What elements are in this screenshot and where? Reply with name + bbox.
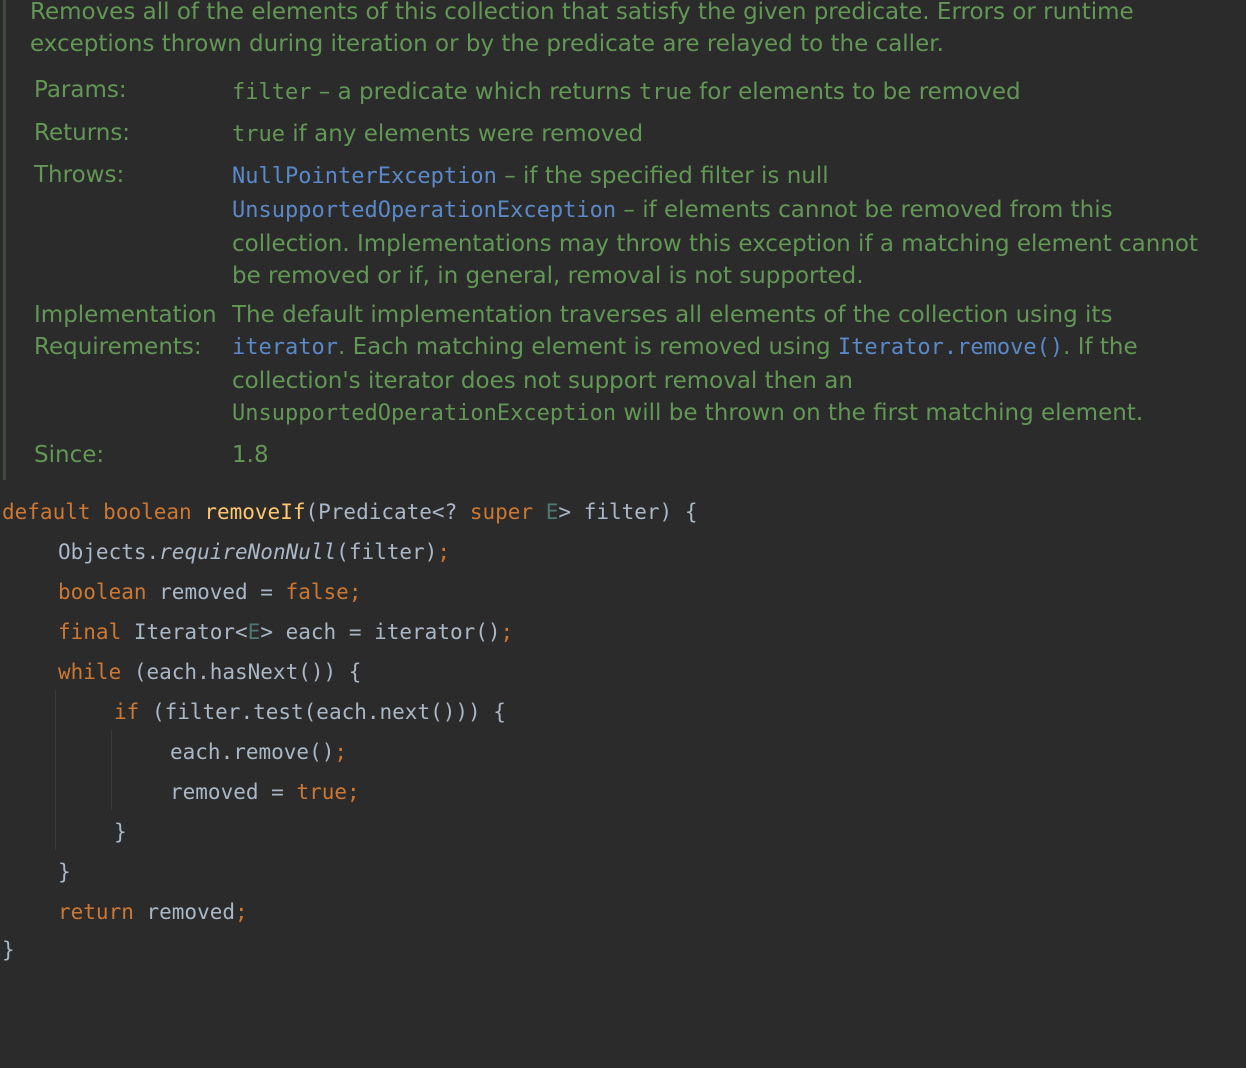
throws-line-4: be removed or if, in general, removal is… [232,263,864,289]
kw-if: if [114,700,140,724]
returns-value: true if any elements were removed [232,118,1242,151]
npe-link[interactable]: NullPointerException [232,164,497,189]
semicolon: ; [348,580,362,604]
impl-line-1: The default implementation traverses all… [232,302,1113,328]
doc-left-border [3,0,6,480]
returns-true-literal: true [232,122,285,147]
code-line-1: default boolean removeIf(Predicate<? sup… [2,492,697,532]
doc-description-line-2: exceptions thrown during iteration or by… [30,31,944,57]
code-line-6: if (filter.test(each.next())) { [114,692,506,732]
code-editor[interactable]: default boolean removeIf(Predicate<? sup… [0,492,1246,1068]
code-line-7: each.remove(); [170,732,347,772]
returns-label: Returns: [34,120,131,146]
code-text: > each = iterator() [260,620,501,644]
code-text: Objects. [58,540,160,564]
code-text: Iterator< [121,620,248,644]
impl-label-line-2: Requirements: [34,334,202,360]
iterator-remove-link[interactable]: Iterator.remove() [838,335,1063,360]
impl-text-5: will be thrown on the first matching ele… [616,400,1144,426]
code-line-3: boolean removed = false; [58,572,361,612]
code-text: each.remove() [170,740,335,764]
uoe-text-1: – if elements cannot be removed from thi… [616,197,1113,223]
kw-false: false [285,580,349,604]
static-method: requireNonNull [159,540,337,564]
closing-brace: } [2,938,15,962]
impl-line-4: UnsupportedOperationException will be th… [232,397,1242,429]
kw-super: super [469,500,534,524]
impl-text-3: . If the [1063,334,1138,360]
impl-label-line-1: Implementation [34,302,217,328]
param-name: filter [232,80,312,105]
throws-line-2: UnsupportedOperationException – if eleme… [232,194,1242,228]
code-text: (Predicate<? [305,500,470,524]
quick-documentation-panel: Removes all of the elements of this coll… [0,0,1246,480]
kw-true: true [296,780,348,804]
code-line-8: removed = true; [170,772,360,812]
code-text: (filter.test(each.next())) { [139,700,506,724]
doc-description-line-1: Removes all of the elements of this coll… [30,0,1134,25]
code-line-4: final Iterator<E> each = iterator(); [58,612,513,652]
code-line-5: while (each.hasNext()) { [58,652,361,692]
params-value: filter – a predicate which returns true … [232,76,1242,109]
kw-default: default [2,500,91,524]
param-text-b: for elements to be removed [691,79,1021,105]
code-text: > filter) { [558,500,698,524]
code-line-2: Objects.requireNonNull(filter); [58,532,450,572]
throws-line-3: collection. Implementations may throw th… [232,231,1199,257]
since-value: 1.8 [232,442,269,468]
throws-line-1: NullPointerException – if the specified … [232,160,1242,194]
code-text: removed [133,900,236,924]
semicolon: ; [235,900,248,924]
kw-final: final [58,620,122,644]
throws-label: Throws: [34,162,125,188]
semicolon: ; [437,540,450,564]
code-text: removed = [170,780,297,804]
impl-line-2: iterator. Each matching element is remov… [232,331,1242,365]
code-text: (filter) [336,540,438,564]
kw-boolean: boolean [103,500,192,524]
since-label: Since: [34,442,105,468]
closing-brace: } [114,820,127,844]
param-true-literal: true [638,80,692,105]
impl-line-3: collection's iterator does not support r… [232,368,853,394]
code-text: removed = [146,580,286,604]
closing-brace: } [58,860,71,884]
kw-while: while [58,660,122,684]
type-param: E [545,500,559,524]
semicolon: ; [334,740,348,764]
kw-boolean: boolean [58,580,147,604]
code-line-9: } [114,812,127,852]
impl-value: The default implementation traverses all… [232,299,1242,429]
uoe-link[interactable]: UnsupportedOperationException [232,198,616,223]
throws-value: NullPointerException – if the specified … [232,160,1242,292]
impl-uoe-code: UnsupportedOperationException [232,401,617,426]
code-text: (each.hasNext()) { [121,660,362,684]
doc-description: Removes all of the elements of this coll… [30,0,1230,60]
npe-text: – if the specified filter is null [496,163,829,189]
method-name: removeIf [204,500,306,524]
semicolon: ; [500,620,514,644]
semicolon: ; [347,780,360,804]
type-param: E [247,620,261,644]
params-label: Params: [34,77,127,103]
iterator-link[interactable]: iterator [232,335,338,360]
impl-text-2: . Each matching element is removed using [337,334,838,360]
returns-text: if any elements were removed [284,121,644,147]
param-text-a: – a predicate which returns [311,79,639,105]
code-line-11: return removed; [58,892,248,932]
code-line-10: } [58,852,71,892]
code-line-12: } [2,930,15,970]
kw-return: return [58,900,134,924]
